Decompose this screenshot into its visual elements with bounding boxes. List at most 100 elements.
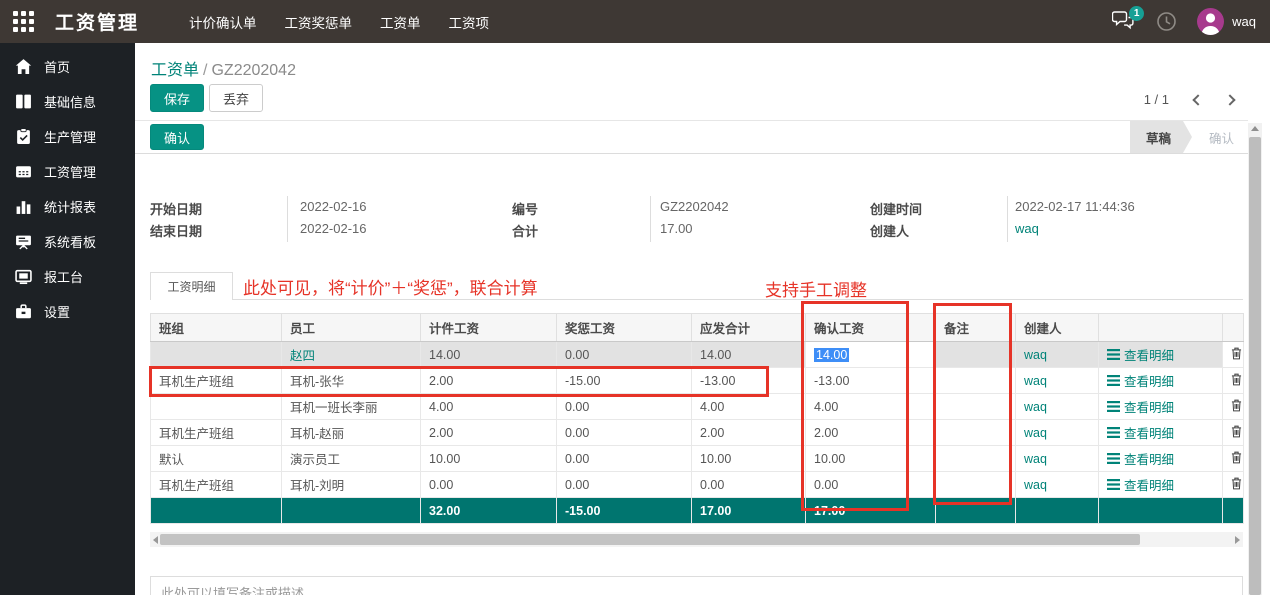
cell-employee-link[interactable]: 赵四 [281, 341, 421, 368]
apps-grid-icon[interactable] [13, 11, 34, 32]
cell-gross[interactable]: 14.00 [691, 341, 806, 368]
menu-salary-item[interactable]: 工资项 [449, 12, 490, 32]
sidebar-item-stats[interactable]: 统计报表 [0, 189, 135, 224]
tab-salary-detail[interactable]: 工资明细 [150, 272, 233, 300]
scroll-up-arrow-icon[interactable] [1251, 126, 1259, 131]
sidebar-item-base-info[interactable]: 基础信息 [0, 84, 135, 119]
horizontal-scrollbar-thumb[interactable] [160, 534, 1140, 545]
cell-team[interactable]: 耳机生产班组 [150, 471, 282, 498]
delete-row-button[interactable] [1222, 367, 1244, 394]
col-gross-total[interactable]: 应发合计 [691, 313, 806, 342]
cell-employee[interactable]: 耳机-张华 [281, 367, 421, 394]
stage-draft[interactable]: 草稿 [1129, 121, 1193, 153]
col-reward-wage[interactable]: 奖惩工资 [556, 313, 692, 342]
cell-gross[interactable]: 10.00 [691, 445, 806, 472]
cell-remark[interactable] [935, 367, 1016, 394]
col-creator[interactable]: 创建人 [1015, 313, 1099, 342]
confirm-button[interactable]: 确认 [150, 124, 205, 150]
cell-gross[interactable]: 2.00 [691, 419, 806, 446]
cell-gross[interactable]: -13.00 [691, 367, 806, 394]
col-remark[interactable]: 备注 [935, 313, 1016, 342]
view-detail-link[interactable]: 查看明细 [1098, 445, 1223, 472]
col-confirmed-wage[interactable]: 确认工资 [805, 313, 936, 342]
discard-button[interactable]: 丢弃 [209, 84, 264, 112]
delete-row-button[interactable] [1222, 393, 1244, 420]
breadcrumb-parent-link[interactable]: 工资单 [151, 62, 199, 79]
save-button[interactable]: 保存 [150, 84, 205, 112]
view-detail-link[interactable]: 查看明细 [1098, 367, 1223, 394]
view-detail-link[interactable]: 查看明细 [1098, 419, 1223, 446]
delete-row-button[interactable] [1222, 419, 1244, 446]
activity-clock-icon[interactable] [1156, 11, 1177, 32]
pager-value[interactable]: 1 / 1 [1144, 92, 1169, 107]
cell-remark[interactable] [935, 341, 1016, 368]
sidebar-item-dashboard[interactable]: 系统看板 [0, 224, 135, 259]
cell-employee[interactable]: 耳机一班长李丽 [281, 393, 421, 420]
app-title[interactable]: 工资管理 [55, 8, 139, 35]
messages-button[interactable]: 1 [1111, 5, 1145, 33]
cell-piece[interactable]: 14.00 [420, 341, 557, 368]
cell-remark[interactable] [935, 471, 1016, 498]
view-detail-link[interactable]: 查看明细 [1098, 393, 1223, 420]
menu-pricing-confirmation[interactable]: 计价确认单 [189, 12, 257, 32]
cell-employee[interactable]: 耳机-刘明 [281, 471, 421, 498]
horizontal-scrollbar[interactable] [150, 532, 1243, 547]
cell-gross[interactable]: 0.00 [691, 471, 806, 498]
end-date-field[interactable]: 2022-02-16 [300, 221, 367, 236]
view-detail-link[interactable]: 查看明细 [1098, 341, 1223, 368]
delete-row-button[interactable] [1222, 445, 1244, 472]
sidebar-item-production[interactable]: 生产管理 [0, 119, 135, 154]
username-label[interactable]: waq [1232, 14, 1256, 29]
cell-team[interactable] [150, 341, 282, 368]
creator-link[interactable]: waq [1015, 221, 1039, 236]
sidebar-item-settings[interactable]: 设置 [0, 294, 135, 329]
col-team[interactable]: 班组 [150, 313, 282, 342]
cell-team[interactable]: 默认 [150, 445, 282, 472]
confirmed-wage-input[interactable]: 14.00 [805, 341, 936, 368]
view-detail-link[interactable]: 查看明细 [1098, 471, 1223, 498]
cell-creator[interactable]: waq [1015, 445, 1099, 472]
chevron-right-icon[interactable] [1224, 93, 1236, 106]
menu-salary-slip[interactable]: 工资单 [380, 12, 421, 32]
notes-textarea[interactable] [159, 581, 1234, 595]
cell-creator[interactable]: waq [1015, 367, 1099, 394]
sidebar-item-salary[interactable]: 工资管理 [0, 154, 135, 189]
delete-row-button[interactable] [1222, 471, 1244, 498]
cell-reward[interactable]: -15.00 [556, 367, 692, 394]
chevron-left-icon[interactable] [1192, 93, 1204, 106]
cell-reward[interactable]: 0.00 [556, 419, 692, 446]
vertical-scrollbar[interactable] [1248, 123, 1262, 595]
start-date-field[interactable]: 2022-02-16 [300, 199, 367, 214]
cell-remark[interactable] [935, 419, 1016, 446]
col-employee[interactable]: 员工 [281, 313, 421, 342]
cell-remark[interactable] [935, 445, 1016, 472]
cell-piece[interactable]: 4.00 [420, 393, 557, 420]
menu-reward-punishment[interactable]: 工资奖惩单 [285, 12, 353, 32]
vertical-scrollbar-thumb[interactable] [1249, 137, 1261, 595]
cell-confirmed[interactable]: -13.00 [805, 367, 936, 394]
cell-employee[interactable]: 耳机-赵丽 [281, 419, 421, 446]
cell-piece[interactable]: 10.00 [420, 445, 557, 472]
cell-team[interactable]: 耳机生产班组 [150, 419, 282, 446]
cell-piece[interactable]: 2.00 [420, 419, 557, 446]
sidebar-item-work-terminal[interactable]: 报工台 [0, 259, 135, 294]
cell-creator[interactable]: waq [1015, 393, 1099, 420]
cell-reward[interactable]: 0.00 [556, 393, 692, 420]
user-avatar[interactable] [1197, 8, 1225, 35]
col-piece-wage[interactable]: 计件工资 [420, 313, 557, 342]
cell-reward[interactable]: 0.00 [556, 341, 692, 368]
stage-confirmed[interactable]: 确认 [1209, 128, 1234, 147]
sidebar-item-home[interactable]: 首页 [0, 49, 135, 84]
cell-gross[interactable]: 4.00 [691, 393, 806, 420]
cell-team[interactable] [150, 393, 282, 420]
cell-reward[interactable]: 0.00 [556, 471, 692, 498]
cell-confirmed[interactable]: 2.00 [805, 419, 936, 446]
cell-reward[interactable]: 0.00 [556, 445, 692, 472]
cell-creator[interactable]: waq [1015, 341, 1099, 368]
cell-remark[interactable] [935, 393, 1016, 420]
cell-confirmed[interactable]: 10.00 [805, 445, 936, 472]
cell-confirmed[interactable]: 0.00 [805, 471, 936, 498]
cell-confirmed[interactable]: 4.00 [805, 393, 936, 420]
cell-creator[interactable]: waq [1015, 419, 1099, 446]
scroll-left-arrow-icon[interactable] [153, 536, 158, 544]
